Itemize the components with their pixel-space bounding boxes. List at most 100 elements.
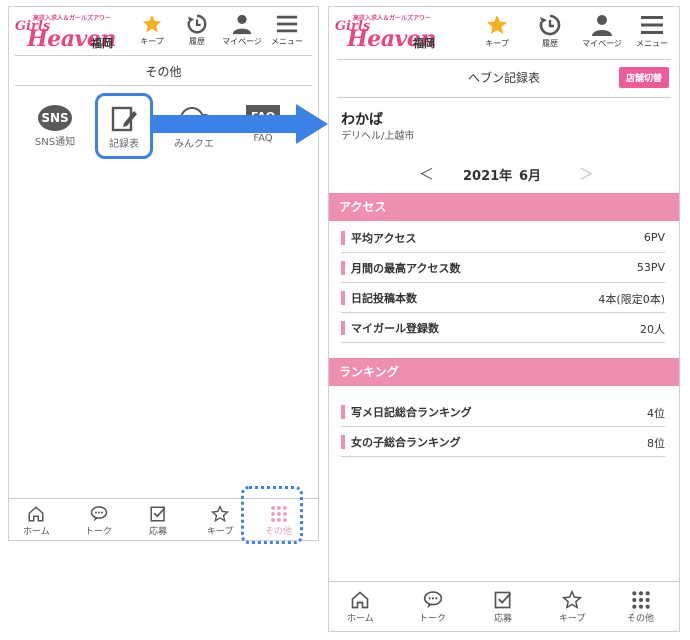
ranking-row-label: 女の子総合ランキング [351,436,461,449]
nav-history[interactable]: 履歴 [527,13,573,49]
grid-dots-icon [631,591,650,609]
tab-talk-label: トーク [419,614,447,624]
flow-arrow-icon [150,104,328,144]
nav-menu[interactable]: メニュー [264,13,310,47]
tab-apply[interactable]: 応募 [493,590,513,624]
hamburger-icon [641,16,663,34]
tab-talk[interactable]: トーク [85,505,112,537]
record-highlight-box [95,93,153,159]
nav-menu-label: メニュー [636,39,668,48]
tile-sns[interactable]: SNS SNS通知 [25,105,85,148]
access-row: マイガール登録数 20人 [341,313,665,343]
chat-icon [90,506,107,522]
user-icon [232,14,252,35]
nav-mypage[interactable]: マイページ [579,13,625,49]
star-outline-icon [211,505,230,523]
store-switch-button[interactable]: 店舗切替 [618,67,669,88]
tab-apply-label: 応募 [493,614,512,624]
tab-other-label: その他 [627,614,655,624]
row-marker [341,231,345,245]
tab-talk-label: トーク [85,527,113,537]
logo-city: 福岡 [413,37,435,50]
star-outline-icon [562,590,583,610]
nav-history[interactable]: 履歴 [174,13,220,47]
access-row-value: 53PV [636,261,665,274]
tab-keep[interactable]: キープ [207,505,233,537]
nav-history-label: 履歴 [189,37,205,46]
apply-icon [494,591,512,609]
site-logo[interactable]: 高収入求人＆ガールズアワー Girls Heaven 福岡 [13,13,133,52]
row-marker [341,405,345,419]
nav-mypage-label: マイページ [582,39,622,48]
current-year: 2021年 [463,169,513,184]
access-row-value: 20人 [640,323,665,336]
home-icon [28,506,44,522]
ranking-row-label: 写メ日記総合ランキング [351,406,472,419]
header-divider [15,55,312,56]
row-marker [341,291,345,305]
ranking-row-value: 4位 [647,407,665,420]
tab-talk[interactable]: トーク [419,590,446,624]
history-icon [539,14,561,36]
header-divider [337,59,671,60]
girl-area: デリヘル/上越市 [341,131,415,142]
tab-home-label: ホーム [347,614,374,624]
nav-mypage-label: マイページ [222,37,262,46]
access-row: 平均アクセス 6PV [341,223,665,253]
apply-icon [150,506,166,522]
access-section-header: アクセス [329,193,679,221]
nav-menu-label: メニュー [271,37,303,46]
hamburger-icon [276,15,298,33]
tab-home[interactable]: ホーム [23,505,50,537]
bottom-tab-bar: ホーム トーク 応募 キープ その他 [329,581,679,631]
ranking-row: 写メ日記総合ランキング 4位 [341,397,665,427]
row-marker [341,435,345,449]
tab-keep[interactable]: キープ [559,590,585,624]
row-marker [341,261,345,275]
next-month-button[interactable]: ＞ [579,163,594,184]
row-marker [341,321,345,335]
ranking-row-value: 8位 [647,437,665,450]
access-row-label: 平均アクセス [351,232,417,245]
tile-sns-label: SNS通知 [34,137,76,148]
sns-badge-text: SNS [41,111,69,125]
title-divider [337,97,671,98]
nav-mypage[interactable]: マイページ [219,13,265,47]
prev-month-button[interactable]: ＜ [419,163,434,184]
history-icon [187,14,207,34]
right-phone-screen: 高収入求人＆ガールズアワー Girls Heaven 福岡 キープ 履歴 マイペ… [328,6,680,632]
nav-keep-label: キープ [485,39,509,48]
tab-keep-label: キープ [559,614,586,624]
month-navigator: ＜ 2021年 6月 ＞ [329,163,679,184]
access-row-label: マイガール登録数 [351,322,439,335]
home-icon [352,591,369,609]
user-icon [592,15,612,36]
sns-bubble-icon: SNS [38,105,72,131]
ranking-section-header: ランキング [329,358,679,386]
nav-keep-label: キープ [140,37,164,46]
logo-city: 福岡 [91,37,113,50]
tab-apply[interactable]: 応募 [149,505,167,537]
nav-history-label: 履歴 [542,39,558,48]
nav-keep[interactable]: キープ [129,13,175,47]
app-header: 高収入求人＆ガールズアワー Girls Heaven 福岡 キープ 履歴 マイペ… [9,7,318,53]
tab-apply-label: 応募 [149,527,168,537]
current-month: 6月 [519,169,542,184]
tab-other[interactable]: その他 [627,590,654,624]
left-phone-screen: 高収入求人＆ガールズアワー Girls Heaven 福岡 キープ 履歴 マイペ… [8,6,319,541]
star-icon [142,14,162,33]
chat-icon [423,591,442,609]
nav-menu[interactable]: メニュー [629,13,675,49]
access-row: 日記投稿本数 4本(限定0本) [341,283,665,313]
section-divider [15,85,312,86]
tab-home-label: ホーム [23,527,50,537]
site-logo[interactable]: 高収入求人＆ガールズアワー Girls Heaven 福岡 [333,13,453,52]
ranking-row: 女の子総合ランキング 8位 [341,427,665,457]
access-row: 月間の最高アクセス数 53PV [341,253,665,283]
nav-keep[interactable]: キープ [474,13,520,49]
access-row-value: 6PV [643,231,665,244]
tab-home[interactable]: ホーム [347,590,374,624]
girl-name: わかば [341,112,383,128]
access-row-value: 4本(限定0本) [598,293,665,306]
access-row-label: 月間の最高アクセス数 [351,262,461,275]
